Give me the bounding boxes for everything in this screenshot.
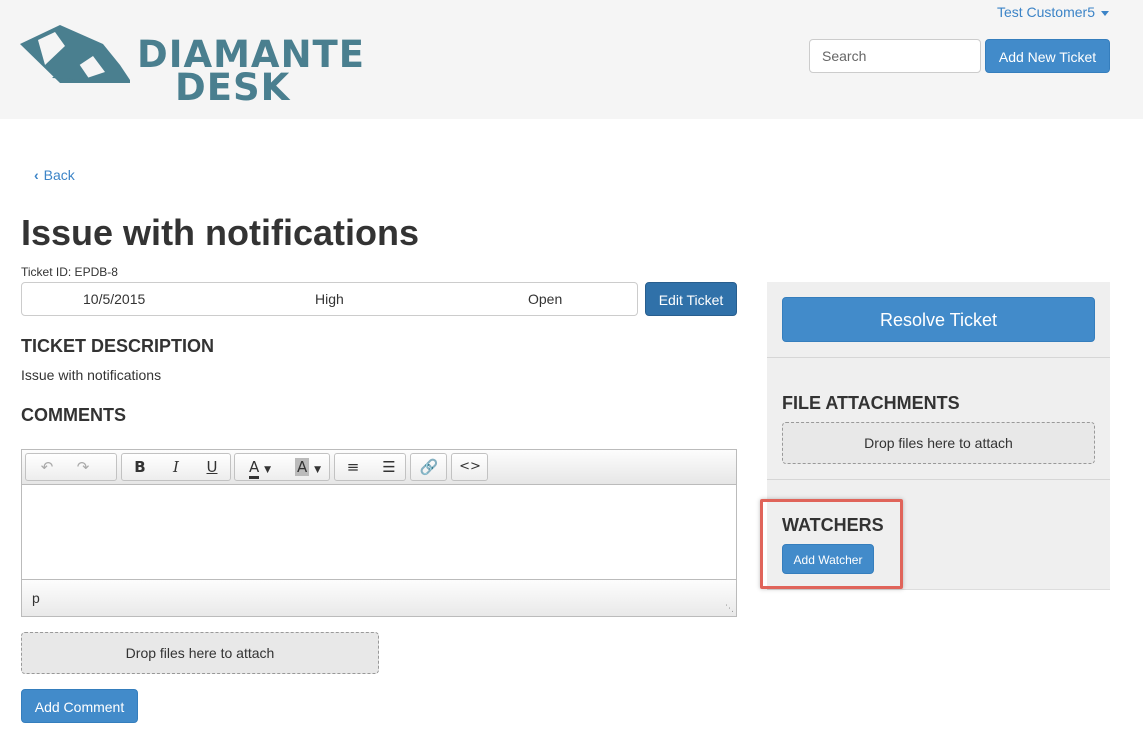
back-link[interactable]: ‹ Back bbox=[34, 167, 75, 183]
ticket-priority: High bbox=[315, 291, 344, 307]
caret-down-icon bbox=[1101, 10, 1109, 16]
underline-icon[interactable]: U bbox=[195, 454, 229, 480]
background-color-icon[interactable]: A ▼ bbox=[285, 454, 331, 480]
text-color-icon[interactable]: A ▼ bbox=[237, 454, 283, 480]
edit-ticket-button[interactable]: Edit Ticket bbox=[645, 282, 737, 316]
code-group: <> bbox=[451, 453, 488, 481]
format-group: B I U bbox=[121, 453, 231, 481]
bullet-list-icon[interactable]: ≡ bbox=[336, 454, 370, 480]
chevron-left-icon: ‹ bbox=[34, 167, 39, 183]
user-name: Test Customer5 bbox=[996, 4, 1095, 20]
comment-editor: ↶ ↷ B I U A ▼ A ▼ ≡ ☰ 🔗 <> p ⋱ bbox=[21, 449, 737, 617]
comment-textarea[interactable] bbox=[22, 485, 736, 579]
description-text: Issue with notifications bbox=[21, 367, 162, 383]
ticket-date: 10/5/2015 bbox=[83, 291, 146, 307]
add-comment-button[interactable]: Add Comment bbox=[21, 689, 138, 723]
ticket-id: Ticket ID: EPDB-8 bbox=[21, 265, 118, 279]
editor-statusbar: p ⋱ bbox=[22, 579, 736, 616]
bold-icon[interactable]: B bbox=[123, 454, 157, 480]
user-menu-dropdown[interactable]: Test Customer5 bbox=[997, 4, 1109, 20]
resolve-ticket-button[interactable]: Resolve Ticket bbox=[782, 297, 1095, 342]
top-header: DIAMANTE DESK Test Customer5 Add New Tic… bbox=[0, 0, 1143, 119]
sidebar-divider bbox=[767, 357, 1110, 358]
diamante-desk-logo[interactable]: DIAMANTE DESK bbox=[20, 20, 364, 106]
back-label: Back bbox=[43, 167, 75, 183]
watchers-heading: WATCHERS bbox=[782, 515, 884, 535]
ticket-status: Open bbox=[528, 291, 563, 307]
file-attachments-heading: FILE ATTACHMENTS bbox=[782, 393, 960, 413]
ticket-meta-bar: 10/5/2015 High Open bbox=[21, 282, 638, 316]
add-watcher-button[interactable]: Add Watcher bbox=[782, 544, 874, 574]
link-group: 🔗 bbox=[410, 453, 447, 481]
code-icon[interactable]: <> bbox=[453, 454, 487, 480]
add-new-ticket-button[interactable]: Add New Ticket bbox=[985, 39, 1110, 73]
link-icon[interactable]: 🔗 bbox=[412, 454, 446, 480]
page-title: Issue with notifications bbox=[21, 212, 420, 253]
sidebar-divider bbox=[767, 479, 1110, 480]
diamond-logo-icon bbox=[20, 25, 132, 83]
redo-icon[interactable]: ↷ bbox=[66, 454, 100, 480]
resize-handle-icon[interactable]: ⋱ bbox=[725, 603, 734, 614]
search-input[interactable] bbox=[809, 39, 981, 73]
logo-wordmark: DIAMANTE DESK bbox=[137, 36, 365, 106]
element-path[interactable]: p bbox=[32, 590, 40, 606]
color-group: A ▼ A ▼ bbox=[234, 453, 330, 481]
file-attachments-dropzone[interactable]: Drop files here to attach bbox=[782, 422, 1095, 464]
comments-heading: COMMENTS bbox=[21, 405, 126, 425]
italic-icon[interactable]: I bbox=[159, 454, 193, 480]
editor-toolbar: ↶ ↷ B I U A ▼ A ▼ ≡ ☰ 🔗 <> bbox=[22, 450, 736, 485]
numbered-list-icon[interactable]: ☰ bbox=[372, 454, 406, 480]
history-group: ↶ ↷ bbox=[25, 453, 117, 481]
ticket-sidebar: Resolve Ticket FILE ATTACHMENTS Drop fil… bbox=[767, 282, 1110, 590]
description-heading: TICKET DESCRIPTION bbox=[21, 336, 215, 356]
comment-attachment-dropzone[interactable]: Drop files here to attach bbox=[21, 632, 379, 674]
undo-icon[interactable]: ↶ bbox=[30, 454, 64, 480]
list-group: ≡ ☰ bbox=[334, 453, 406, 481]
